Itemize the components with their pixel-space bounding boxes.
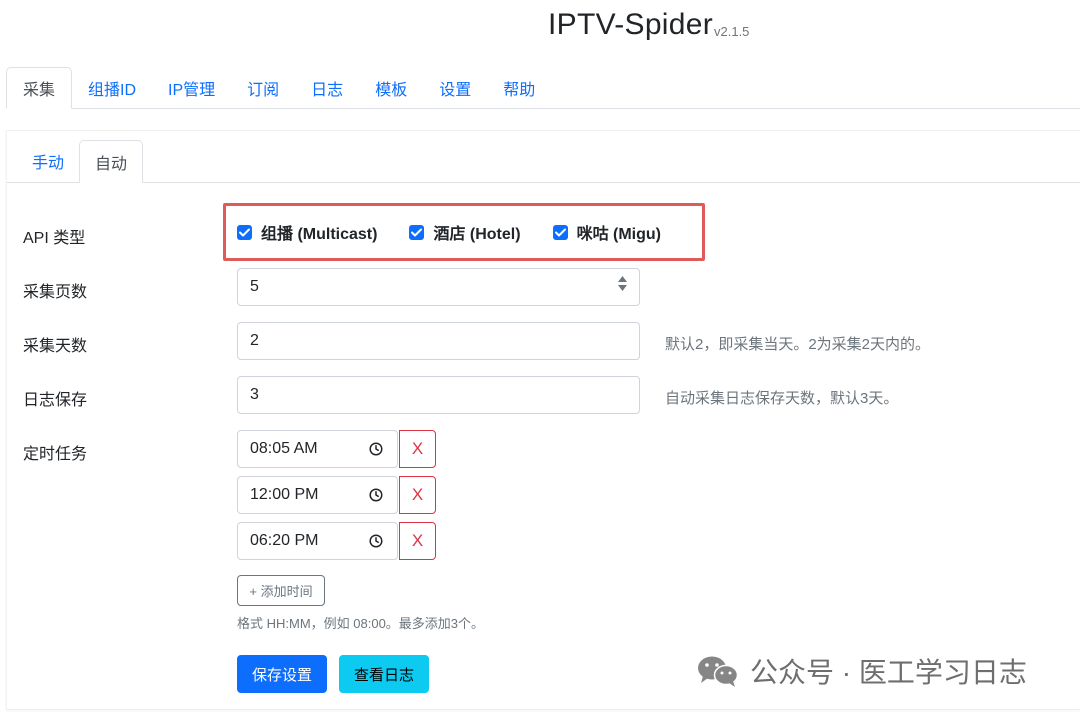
tab-templates[interactable]: 模板 — [359, 67, 423, 108]
sub-tabs: 手动 自动 — [7, 140, 1080, 183]
pages-label: 采集页数 — [23, 284, 88, 301]
tab-multicast-id[interactable]: 组播ID — [72, 67, 152, 108]
title-bar: IPTV-Spider v2.1.5 — [0, 0, 1080, 60]
time-input-3[interactable]: 06:20 PM — [237, 522, 398, 560]
schedule-label: 定时任务 — [23, 446, 88, 463]
checkbox-checked-icon — [409, 224, 425, 240]
auto-collect-panel: 手动 自动 API 类型 组播 (Multicast) 酒店 (Hotel) 咪… — [6, 130, 1080, 710]
delete-time-button-1[interactable]: X — [399, 430, 436, 468]
tab-auto[interactable]: 自动 — [79, 140, 144, 183]
log-keep-value: 3 — [250, 386, 259, 403]
checkbox-hotel[interactable]: 酒店 (Hotel) — [409, 220, 521, 244]
checkbox-hotel-label: 酒店 (Hotel) — [433, 226, 521, 243]
checkbox-checked-icon — [552, 224, 568, 240]
time-value: 06:20 PM — [250, 532, 319, 549]
delete-time-button-3[interactable]: X — [399, 522, 436, 560]
add-time-button[interactable]: + 添加时间 — [237, 575, 325, 606]
api-type-label: API 类型 — [23, 230, 86, 247]
save-settings-button[interactable]: 保存设置 — [237, 655, 327, 693]
days-help: 默认2，即采集当天。2为采集2天内的。 — [665, 336, 931, 353]
clock-icon[interactable] — [369, 534, 383, 548]
app-title: IPTV-Spider — [548, 8, 714, 41]
watermark-text: 公众号 · 医工学习日志 — [750, 657, 1027, 688]
wechat-icon — [698, 656, 739, 687]
checkbox-checked-icon — [237, 224, 252, 240]
time-value: 12:00 PM — [250, 486, 319, 503]
checkbox-multicast[interactable]: 组播 (Multicast) — [237, 220, 377, 244]
tab-logs[interactable]: 日志 — [295, 67, 359, 108]
checkbox-migu[interactable]: 咪咕 (Migu) — [552, 220, 661, 244]
tab-manual[interactable]: 手动 — [17, 140, 79, 182]
tab-collect[interactable]: 采集 — [6, 67, 73, 109]
time-input-2[interactable]: 12:00 PM — [237, 476, 398, 514]
pages-input[interactable]: 5 — [237, 268, 640, 306]
log-keep-label: 日志保存 — [23, 392, 88, 409]
watermark: 公众号 · 医工学习日志 — [696, 648, 1027, 694]
time-input-1[interactable]: 08:05 AM — [237, 430, 398, 468]
days-label: 采集天数 — [23, 338, 88, 355]
view-log-button[interactable]: 查看日志 — [339, 655, 429, 693]
api-type-options: 组播 (Multicast) 酒店 (Hotel) 咪咕 (Migu) — [223, 203, 705, 261]
time-format-hint: 格式 HH:MM，例如 08:00。最多添加3个。 — [237, 616, 485, 631]
checkbox-migu-label: 咪咕 (Migu) — [576, 226, 661, 243]
time-value: 08:05 AM — [250, 440, 318, 457]
clock-icon[interactable] — [369, 488, 383, 502]
app-version: v2.1.5 — [714, 24, 750, 39]
number-spinner[interactable] — [618, 276, 627, 291]
days-value: 2 — [250, 332, 259, 349]
spinner-up-icon[interactable] — [618, 276, 627, 282]
days-input[interactable]: 2 — [237, 322, 640, 360]
pages-value: 5 — [250, 278, 259, 295]
tab-settings[interactable]: 设置 — [423, 67, 487, 108]
tab-ip-management[interactable]: IP管理 — [152, 67, 231, 108]
log-keep-help: 自动采集日志保存天数，默认3天。 — [665, 390, 899, 407]
checkbox-multicast-label: 组播 (Multicast) — [261, 226, 378, 243]
tab-help[interactable]: 帮助 — [487, 67, 551, 108]
main-tabs: 采集 组播ID IP管理 订阅 日志 模板 设置 帮助 — [6, 67, 1080, 109]
spinner-down-icon[interactable] — [618, 285, 627, 291]
clock-icon[interactable] — [369, 442, 383, 456]
delete-time-button-2[interactable]: X — [399, 476, 436, 514]
tab-subscription[interactable]: 订阅 — [231, 67, 295, 108]
log-keep-input[interactable]: 3 — [237, 376, 640, 414]
